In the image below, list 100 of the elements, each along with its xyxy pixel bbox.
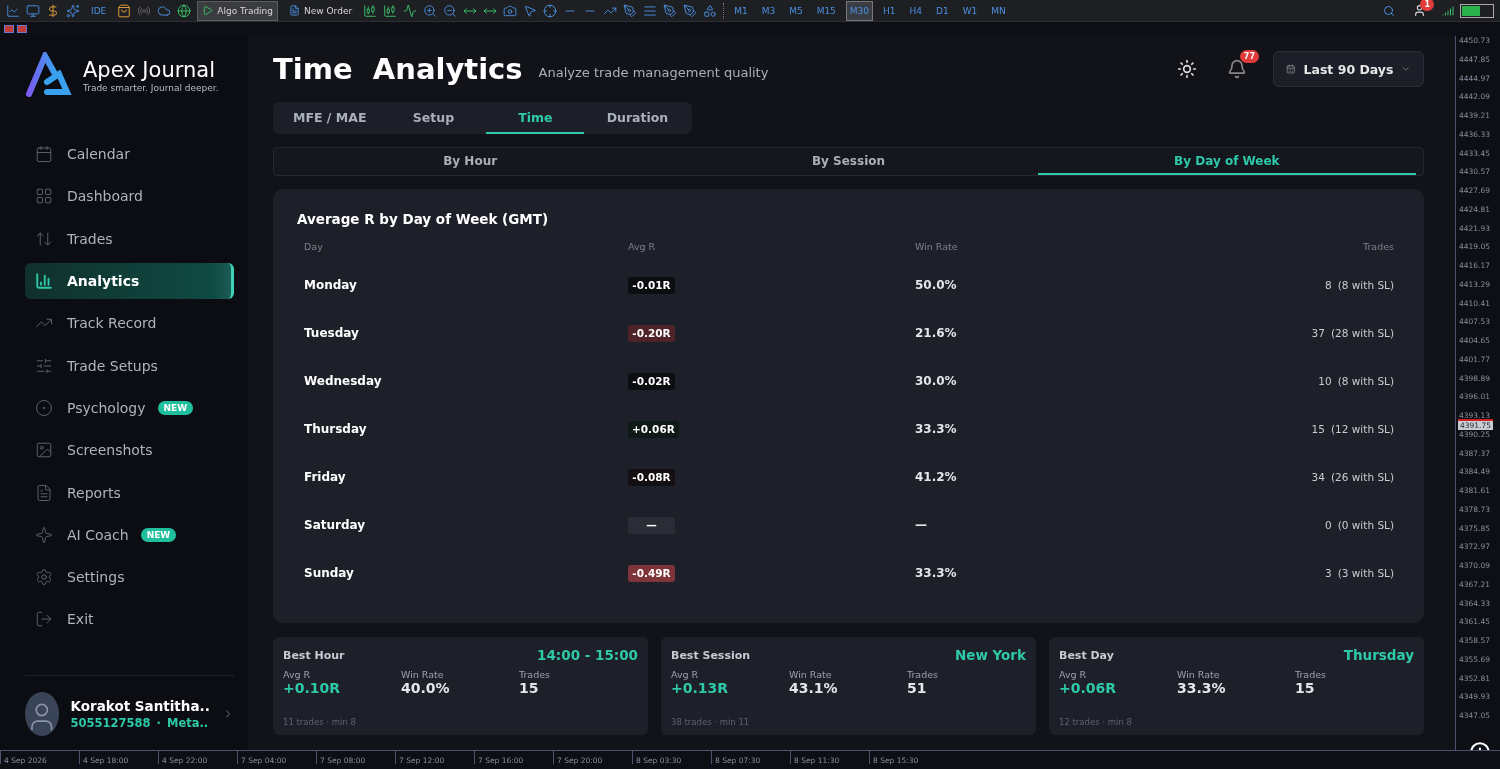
sparkles-icon[interactable] xyxy=(66,3,80,18)
day-cell-text: Tuesday xyxy=(304,325,360,342)
stat-label: Win Rate xyxy=(1177,669,1221,680)
timeframe-button[interactable]: H1 xyxy=(879,0,900,21)
with-sl-count: (3 with SL) xyxy=(1337,567,1394,579)
timeframe-button[interactable]: M15 xyxy=(812,0,840,21)
tab[interactable]: Setup xyxy=(384,102,483,134)
sidebar-item[interactable]: Trades xyxy=(25,220,234,257)
avg-r-pill: -0.02R xyxy=(628,372,675,390)
with-sl-count: (8 with SL) xyxy=(1337,375,1394,387)
timeframe-button[interactable]: D1 xyxy=(932,0,953,21)
tab[interactable]: Duration xyxy=(588,102,687,134)
tab[interactable]: Time xyxy=(486,102,585,134)
notification-badge: 1 xyxy=(1420,0,1434,11)
avatar[interactable] xyxy=(25,692,59,736)
tab[interactable]: MFE / MAE xyxy=(279,102,381,134)
battery-icon xyxy=(1460,3,1494,18)
sidebar-item[interactable]: Dashboard xyxy=(25,178,234,215)
ide-button[interactable]: IDE xyxy=(86,0,112,21)
search-icon[interactable] xyxy=(1383,4,1395,17)
column-header: Avg R xyxy=(628,241,656,254)
theme-button[interactable] xyxy=(1177,59,1197,79)
trades-count: 15 xyxy=(1311,423,1325,435)
stat-label: Win Rate xyxy=(789,669,833,680)
account-icon[interactable] xyxy=(1413,4,1426,17)
nav-icon xyxy=(35,610,53,629)
candles-icon[interactable] xyxy=(383,3,398,18)
timeframe-button[interactable]: H4 xyxy=(905,0,927,21)
trades-count: 34 xyxy=(1311,471,1325,483)
timeframe-button[interactable]: M5 xyxy=(785,0,807,21)
zoom-in-icon[interactable] xyxy=(423,3,438,18)
camera-icon[interactable] xyxy=(503,3,518,18)
page-title: Time Analytics xyxy=(273,52,523,86)
with-sl-count: (28 with SL) xyxy=(1330,327,1394,339)
timeframe-button[interactable]: M1 xyxy=(730,0,752,21)
timeframe-button[interactable]: MN xyxy=(987,0,1010,21)
best-value: New York xyxy=(954,647,1026,663)
win-rate-cell: 33.3% xyxy=(915,422,957,436)
monitor-icon[interactable] xyxy=(26,3,40,18)
notifications-button[interactable] xyxy=(1227,59,1247,79)
bag-icon[interactable] xyxy=(117,3,132,18)
dollar-icon[interactable] xyxy=(46,3,60,18)
brand-tagline: Trade smarter. Journal deeper. xyxy=(83,83,219,93)
play-icon xyxy=(202,5,214,16)
notification-badge: 77 xyxy=(1239,50,1259,63)
account-number: 5055127588 xyxy=(70,716,151,730)
win-rate-cell: 30.0% xyxy=(915,374,957,388)
best-footer: 12 trades · min 8 xyxy=(1059,717,1414,727)
stat-value: 15 xyxy=(519,680,540,696)
stat-value: 51 xyxy=(907,680,928,696)
sidebar-item[interactable]: Psychology NEW xyxy=(25,389,234,427)
nav-icon xyxy=(35,187,53,206)
sidebar-item[interactable]: Analytics xyxy=(25,262,234,300)
column-header: Trades xyxy=(1363,241,1394,254)
best-value: 14:00 - 15:00 xyxy=(537,647,638,663)
sidebar-item[interactable]: AI Coach NEW xyxy=(25,516,234,553)
stat-label: Avg R xyxy=(1059,669,1088,680)
cloud-icon[interactable] xyxy=(157,3,172,18)
nav-icon xyxy=(35,525,53,544)
timeframe-button[interactable]: W1 xyxy=(958,0,982,21)
avg-r-pill: -0.20R xyxy=(628,324,675,342)
signal-icon[interactable] xyxy=(137,3,152,18)
subtab[interactable]: By Hour xyxy=(281,148,660,175)
stat-value: 43.1% xyxy=(789,680,839,696)
with-sl-count: (8 with SL) xyxy=(1337,279,1394,291)
line-chart-icon[interactable] xyxy=(403,3,418,18)
sidebar-item[interactable]: Track Record xyxy=(25,305,234,342)
sidebar-item[interactable]: Trade Setups xyxy=(25,347,234,384)
trades-count: 10 xyxy=(1318,375,1332,387)
date-range-dropdown[interactable]: Last 90 Days xyxy=(1273,51,1424,87)
zoom-out-icon[interactable] xyxy=(443,3,458,18)
with-sl-count: (0 with SL) xyxy=(1337,519,1394,531)
nav-label: Trades xyxy=(67,230,113,247)
timeframe-button[interactable]: M3 xyxy=(757,0,780,21)
subtab[interactable]: By Day of Week xyxy=(1037,148,1416,175)
nav-label: Exit xyxy=(67,611,94,628)
sidebar-item[interactable]: Screenshots xyxy=(25,432,234,469)
stat-label: Win Rate xyxy=(401,669,445,680)
chart-icon[interactable] xyxy=(6,3,20,18)
sidebar-item[interactable]: Exit xyxy=(25,601,234,638)
day-cell-text: Friday xyxy=(304,469,347,486)
best-title: Best Session xyxy=(671,648,751,662)
avg-r-pill: -0.49R xyxy=(628,564,675,582)
day-cell-text: Saturday xyxy=(304,517,367,534)
bars-icon[interactable] xyxy=(363,3,378,18)
globe-icon[interactable] xyxy=(177,3,192,18)
sidebar-item[interactable]: Reports xyxy=(25,474,234,511)
new-order-button[interactable]: New Order xyxy=(284,0,358,21)
nav-icon xyxy=(35,483,53,502)
nav-icon xyxy=(35,272,53,291)
subtab[interactable]: By Session xyxy=(659,148,1038,175)
crosshair-icon[interactable] xyxy=(543,3,558,18)
sidebar-item[interactable]: Calendar xyxy=(25,136,234,173)
nav-label: Psychology xyxy=(67,399,146,416)
day-cell-text: Wednesday xyxy=(304,373,383,390)
sidebar-item[interactable]: Settings xyxy=(25,558,234,596)
algo-trading-button[interactable]: Algo Trading xyxy=(197,0,279,21)
cursor-icon[interactable] xyxy=(523,3,538,18)
trades-count: 3 xyxy=(1324,567,1332,579)
shapes-icon[interactable] xyxy=(703,3,718,18)
